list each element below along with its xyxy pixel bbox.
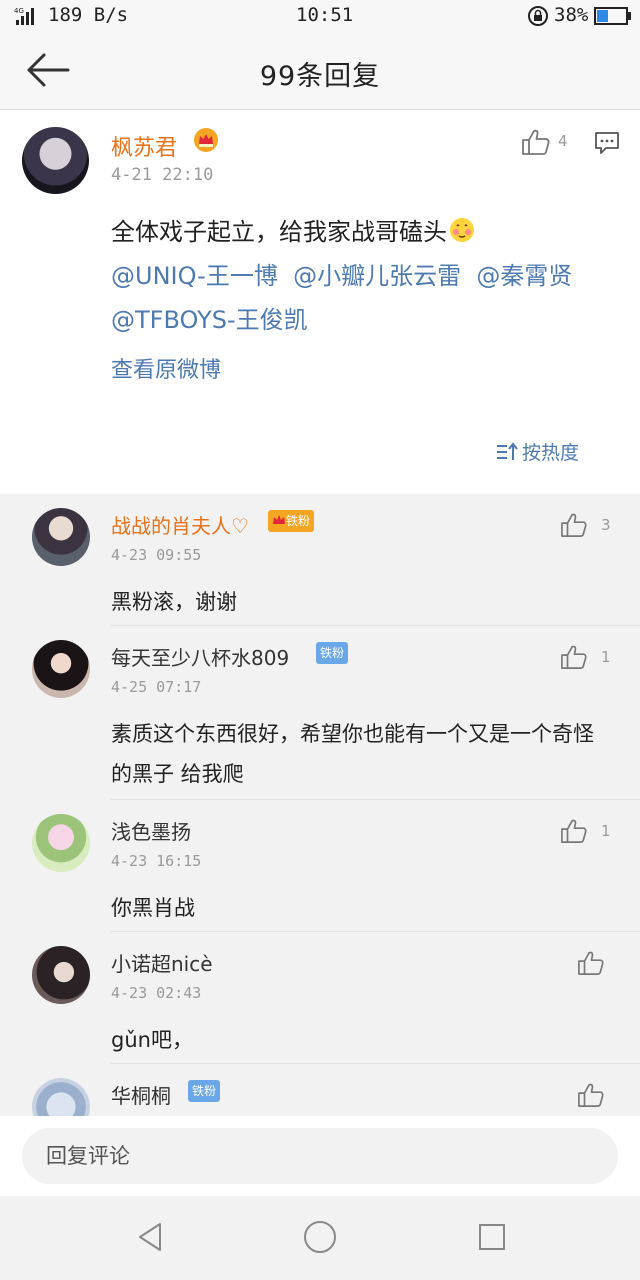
avatar[interactable] xyxy=(32,640,90,698)
original-comment: 枫苏君 4-21 22:10 4 全体戏子起立，给我家战哥磕头 @UNIQ-王一… xyxy=(0,110,640,494)
system-nav-bar xyxy=(0,1196,640,1280)
reply-text: gǔn吧， xyxy=(111,1028,193,1052)
rotation-lock-icon xyxy=(528,6,548,26)
crown-icon xyxy=(273,515,285,524)
crown-badge-icon xyxy=(194,128,218,152)
avatar[interactable] xyxy=(32,1078,90,1116)
thumbs-up-icon[interactable] xyxy=(560,818,588,844)
clock: 10:51 xyxy=(296,4,354,26)
view-original-link[interactable]: 查看原微博 xyxy=(111,352,221,384)
fan-badge: 铁粉 xyxy=(316,642,349,664)
nav-back-icon[interactable] xyxy=(134,1220,168,1254)
post-time: 4-21 22:10 xyxy=(111,165,214,185)
reply-author-name[interactable]: 华桐桐 xyxy=(111,1080,171,1109)
reply-input-bar: 回复评论 xyxy=(0,1116,640,1196)
signal-icon: 4G xyxy=(14,7,34,25)
battery-percent: 38% xyxy=(554,4,589,26)
like-count: 1 xyxy=(601,648,611,666)
reply-author-name[interactable]: 每天至少八杯水809 xyxy=(111,642,289,671)
avatar[interactable] xyxy=(32,508,90,566)
network-label: 4G xyxy=(14,7,24,15)
nav-home-icon[interactable] xyxy=(303,1220,337,1254)
like-count: 4 xyxy=(558,132,568,150)
badge-label: 铁粉 xyxy=(286,514,311,528)
status-bar: 4G 189 B/s 10:51 38% xyxy=(0,0,640,32)
reply-time: 4-23 09:55 xyxy=(111,546,202,564)
comment-reply-icon[interactable] xyxy=(594,130,620,156)
avatar[interactable] xyxy=(32,814,90,872)
nav-recents-icon[interactable] xyxy=(475,1220,509,1254)
reply-time: 4-23 16:15 xyxy=(111,852,202,870)
thumbs-up-icon[interactable] xyxy=(577,1082,605,1108)
thumbs-up-icon[interactable] xyxy=(521,128,551,156)
thumbs-up-icon[interactable] xyxy=(560,512,588,538)
sort-label: 按热度 xyxy=(522,442,580,464)
fan-badge: 铁粉 xyxy=(188,1080,221,1102)
mention-link[interactable]: @UNIQ-王一博 xyxy=(111,262,278,290)
page-title: 99条回复 xyxy=(259,61,381,92)
list-item: 小诺超nicè 4-23 02:43 gǔn吧， xyxy=(0,932,640,1064)
sort-icon xyxy=(497,442,518,460)
mention-link[interactable]: @TFBOYS-王俊凯 xyxy=(111,306,308,334)
net-speed: 189 B/s xyxy=(48,4,129,26)
reply-list[interactable]: 战战的肖夫人♡ 铁粉 4-23 09:55 3 黑粉滚，谢谢 每天至少八杯水80… xyxy=(0,494,640,1116)
thumbs-up-icon[interactable] xyxy=(577,950,605,976)
title-bar: 99条回复 xyxy=(0,32,640,110)
reply-author-name[interactable]: 小诺超nicè xyxy=(111,948,213,977)
avatar[interactable] xyxy=(22,127,89,194)
like-count: 3 xyxy=(601,516,611,534)
mention-link[interactable]: @小瓣儿张云雷 xyxy=(293,262,461,290)
reply-time: 4-25 07:17 xyxy=(111,678,202,696)
reply-text: 你黑肖战 xyxy=(111,896,195,920)
mention-link[interactable]: @秦霄贤 xyxy=(476,262,572,290)
like-count: 1 xyxy=(601,822,611,840)
comment-body: 全体戏子起立，给我家战哥磕头 @UNIQ-王一博 @小瓣儿张云雷 @秦霄贤 @T… xyxy=(111,210,611,342)
reply-time: 4-23 02:43 xyxy=(111,984,202,1002)
list-item: 每天至少八杯水809 铁粉 4-25 07:17 1 素质这个东西很好，希望你也… xyxy=(0,626,640,800)
reply-text: 黑粉滚，谢谢 xyxy=(111,590,237,614)
list-item: 战战的肖夫人♡ 铁粉 4-23 09:55 3 黑粉滚，谢谢 xyxy=(0,494,640,626)
author-name[interactable]: 枫苏君 xyxy=(111,130,177,162)
avatar[interactable] xyxy=(32,946,90,1004)
reply-author-name[interactable]: 浅色墨扬 xyxy=(111,816,191,845)
thumbs-up-icon[interactable] xyxy=(560,644,588,670)
shy-face-emoji-icon xyxy=(450,218,474,242)
reply-author-name[interactable]: 战战的肖夫人♡ xyxy=(111,510,249,539)
reply-text: 素质这个东西很好，希望你也能有一个又是一个奇怪的黑子 给我爬 xyxy=(111,722,594,786)
reply-comment-input[interactable]: 回复评论 xyxy=(22,1128,618,1184)
list-item: 华桐桐 铁粉 xyxy=(0,1064,640,1116)
sort-by-hot-button[interactable]: 按热度 xyxy=(496,438,579,465)
fan-badge: 铁粉 xyxy=(268,510,315,532)
battery-icon xyxy=(594,7,631,25)
comment-text: 全体戏子起立，给我家战哥磕头 xyxy=(111,218,447,246)
list-item: 浅色墨扬 4-23 16:15 1 你黑肖战 xyxy=(0,800,640,932)
